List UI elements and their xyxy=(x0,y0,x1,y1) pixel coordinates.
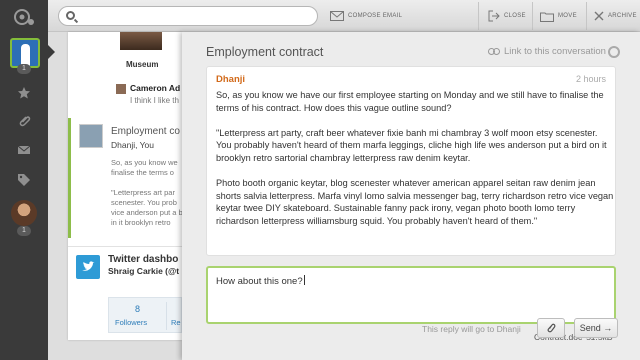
twitter-dashboard-item[interactable]: Twitter dashbo Shraig Carkie (@t 8 Follo… xyxy=(68,246,182,340)
compose-email-label: COMPOSE EMAIL xyxy=(348,13,403,19)
link-label: Link to this conversation xyxy=(504,46,606,57)
list-item-snippet: finalise the terms o xyxy=(111,168,174,177)
mail-icon[interactable] xyxy=(13,139,35,161)
message-card: Dhanji 2 hours So, as you know we have o… xyxy=(206,66,616,256)
exit-icon xyxy=(488,10,500,22)
message-line: terms of his contract. How does this vag… xyxy=(216,102,452,113)
message-line: "Letterpress art party, craft beer whate… xyxy=(216,127,598,138)
list-item-snippet: scenester. You prob xyxy=(111,198,177,207)
list-item-snippet: "Letterpress art par xyxy=(111,188,175,197)
move-label: MOVE xyxy=(558,13,577,19)
reply-textarea[interactable]: How about this one? xyxy=(206,266,616,324)
stats-divider xyxy=(166,302,167,330)
list-item-snippet: vice anderson put a bird xyxy=(111,208,182,217)
commenter-name: Cameron Ad xyxy=(130,83,181,93)
message-list: Museum Cameron Ad I think I like th Empl… xyxy=(68,32,182,340)
list-item-participants: Dhanji, You xyxy=(111,140,155,150)
toolbar-divider xyxy=(532,2,533,30)
person-figure-icon xyxy=(21,44,30,66)
twitter-stats: 8 Followers Re xyxy=(108,297,182,333)
followers-count: 8 xyxy=(135,304,141,314)
contact-count-badge: 1 xyxy=(17,226,31,236)
museum-caption: Museum xyxy=(126,60,159,69)
text-caret xyxy=(303,275,305,285)
folder-icon xyxy=(540,12,554,22)
message-line: You probably haven't heard of them marfa… xyxy=(216,140,607,151)
send-button[interactable]: Send → xyxy=(574,318,618,338)
move-button[interactable]: MOVE xyxy=(540,8,577,24)
top-toolbar: COMPOSE EMAIL CLOSE MOVE ARCHIVE xyxy=(48,0,640,32)
museum-thumbnail[interactable] xyxy=(120,32,162,50)
app-logo-icon[interactable] xyxy=(12,6,36,28)
sender-avatar xyxy=(79,124,103,148)
list-item-subject: Employment co xyxy=(111,126,180,137)
search-icon xyxy=(66,11,75,20)
contact-avatar[interactable] xyxy=(11,200,37,226)
link-icon xyxy=(488,48,500,55)
attachments-icon[interactable] xyxy=(13,110,35,132)
message-line: richardson letterpress williamsburg squi… xyxy=(216,215,538,226)
message-sender: Dhanji xyxy=(216,74,246,85)
archive-button[interactable]: ARCHIVE xyxy=(594,8,637,24)
reply-text-value: How about this one? xyxy=(216,276,303,287)
list-item-snippet: So, as you know we xyxy=(111,158,178,167)
starred-icon[interactable] xyxy=(13,82,35,104)
twitter-dashboard-title: Twitter dashbo xyxy=(108,254,179,265)
commenter-avatar xyxy=(116,84,126,94)
tags-icon[interactable] xyxy=(13,169,35,191)
twitter-bird-icon xyxy=(76,255,100,279)
message-body: So, as you know we have our first employ… xyxy=(216,89,614,240)
message-paragraph: Photo booth organic keytar, blog scenest… xyxy=(216,177,614,227)
envelope-icon xyxy=(330,11,344,21)
left-rail: 1 1 xyxy=(0,0,48,360)
close-icon xyxy=(594,11,604,21)
archive-label: ARCHIVE xyxy=(608,13,637,19)
twitter-user: Shraig Carkie (@t xyxy=(108,266,180,276)
message-line: shorts salvia letterpress. Marfa vinyl l… xyxy=(216,190,614,201)
reply-text: How about this one? xyxy=(216,275,305,287)
toolbar-divider xyxy=(586,2,587,30)
message-line: Photo booth organic keytar, blog scenest… xyxy=(216,178,596,189)
attach-file-button[interactable] xyxy=(537,318,565,338)
conversation-title: Employment contract xyxy=(206,45,324,59)
reply-recipient-note: This reply will go to Dhanji xyxy=(422,324,521,334)
settings-gear-icon[interactable] xyxy=(608,46,620,58)
message-line: brooklyn retro sartorial chambray letter… xyxy=(216,152,471,163)
toolbar-divider xyxy=(478,2,479,30)
close-button[interactable]: CLOSE xyxy=(488,8,526,24)
message-line: keytar twee DIY skateboard. Sustainable … xyxy=(216,203,576,214)
message-line: So, as you know we have our first employ… xyxy=(216,90,604,100)
link-to-conversation[interactable]: Link to this conversation xyxy=(488,46,606,57)
conversation-panel: Employment contract Link to this convers… xyxy=(182,32,640,360)
active-pointer xyxy=(48,45,55,59)
message-paragraph: "Letterpress art party, craft beer whate… xyxy=(216,127,610,165)
list-item-snippet: in it brooklyn retro xyxy=(111,218,171,227)
stats-right-label: Re xyxy=(171,318,181,327)
account-count-badge: 1 xyxy=(17,64,31,74)
search-input[interactable] xyxy=(79,9,309,23)
message-paragraph: So, as you know we have our first employ… xyxy=(216,89,610,114)
search-box[interactable] xyxy=(58,6,318,26)
compose-email-button[interactable]: COMPOSE EMAIL xyxy=(330,8,402,24)
message-timestamp: 2 hours xyxy=(575,74,606,84)
followers-label: Followers xyxy=(115,318,148,327)
close-label: CLOSE xyxy=(504,13,526,19)
paperclip-icon xyxy=(547,323,556,333)
list-item-selected[interactable]: Employment co Dhanji, You So, as you kno… xyxy=(68,118,182,238)
comment-text: I think I like th xyxy=(130,96,179,105)
